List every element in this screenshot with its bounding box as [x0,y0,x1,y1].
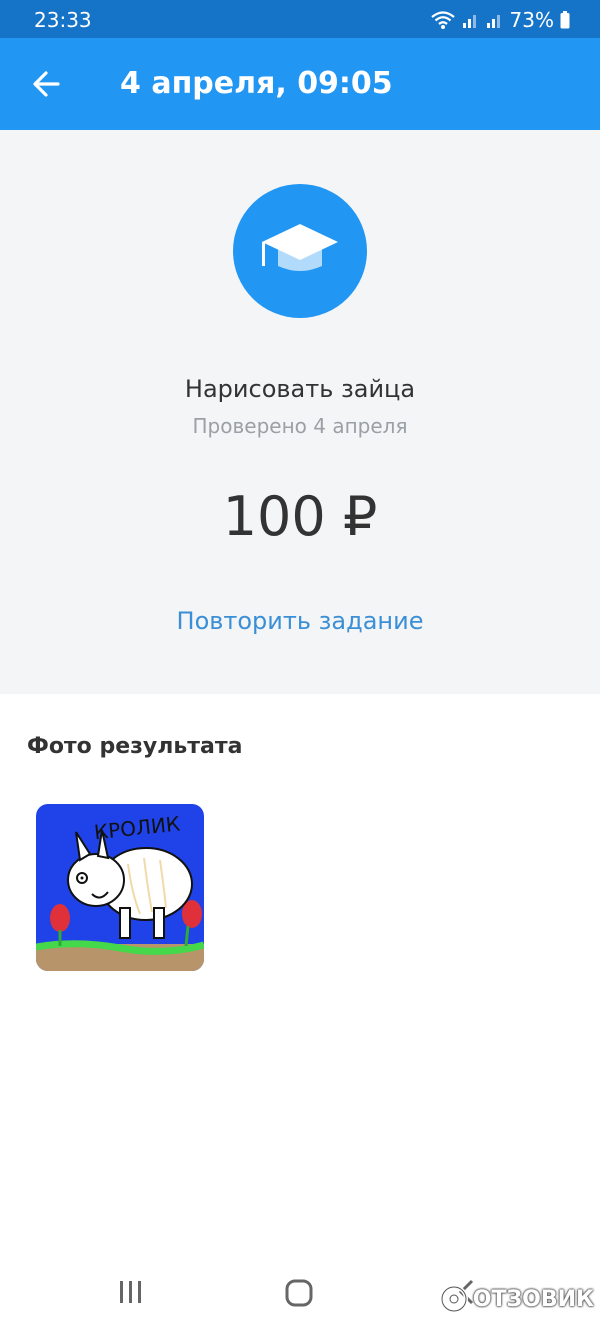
home-icon [285,1279,313,1307]
watermark-logo-icon [439,1285,468,1313]
task-status: Проверено 4 апреля [192,414,408,438]
status-bar: 23:33 73% [0,0,600,38]
task-icon-circle [233,184,367,318]
rabbit-drawing-image: КРОЛИК [36,804,204,971]
section-title-result-photo: Фото результата [27,734,243,759]
home-button[interactable] [283,1277,315,1313]
recent-apps-button[interactable] [116,1277,146,1311]
result-photo-thumbnail[interactable]: КРОЛИК [36,804,204,971]
signal-icon-1 [462,15,476,28]
task-amount: 100 ₽ [222,485,378,548]
signal-icon-2 [486,15,500,28]
battery-percent: 73% [509,8,554,32]
arrow-left-icon [33,71,60,97]
status-icons: 73% [430,8,570,32]
task-title: Нарисовать зайца [184,375,416,403]
battery-icon [560,11,570,29]
graduation-cap-icon [262,224,338,271]
task-summary: Нарисовать зайца Проверено 4 апреля 100 … [0,130,600,694]
recent-apps-icon [120,1281,141,1303]
back-button[interactable] [28,64,68,104]
status-time: 23:33 [34,8,92,32]
watermark-text: ОТЗОВИК [472,1286,594,1312]
repeat-task-link[interactable]: Повторить задание [0,607,600,635]
page-title: 4 апреля, 09:05 [120,66,393,101]
wifi-icon [430,11,455,29]
app-bar: 4 апреля, 09:05 [0,38,600,130]
otzovik-watermark: ОТЗОВИК [439,1284,594,1314]
